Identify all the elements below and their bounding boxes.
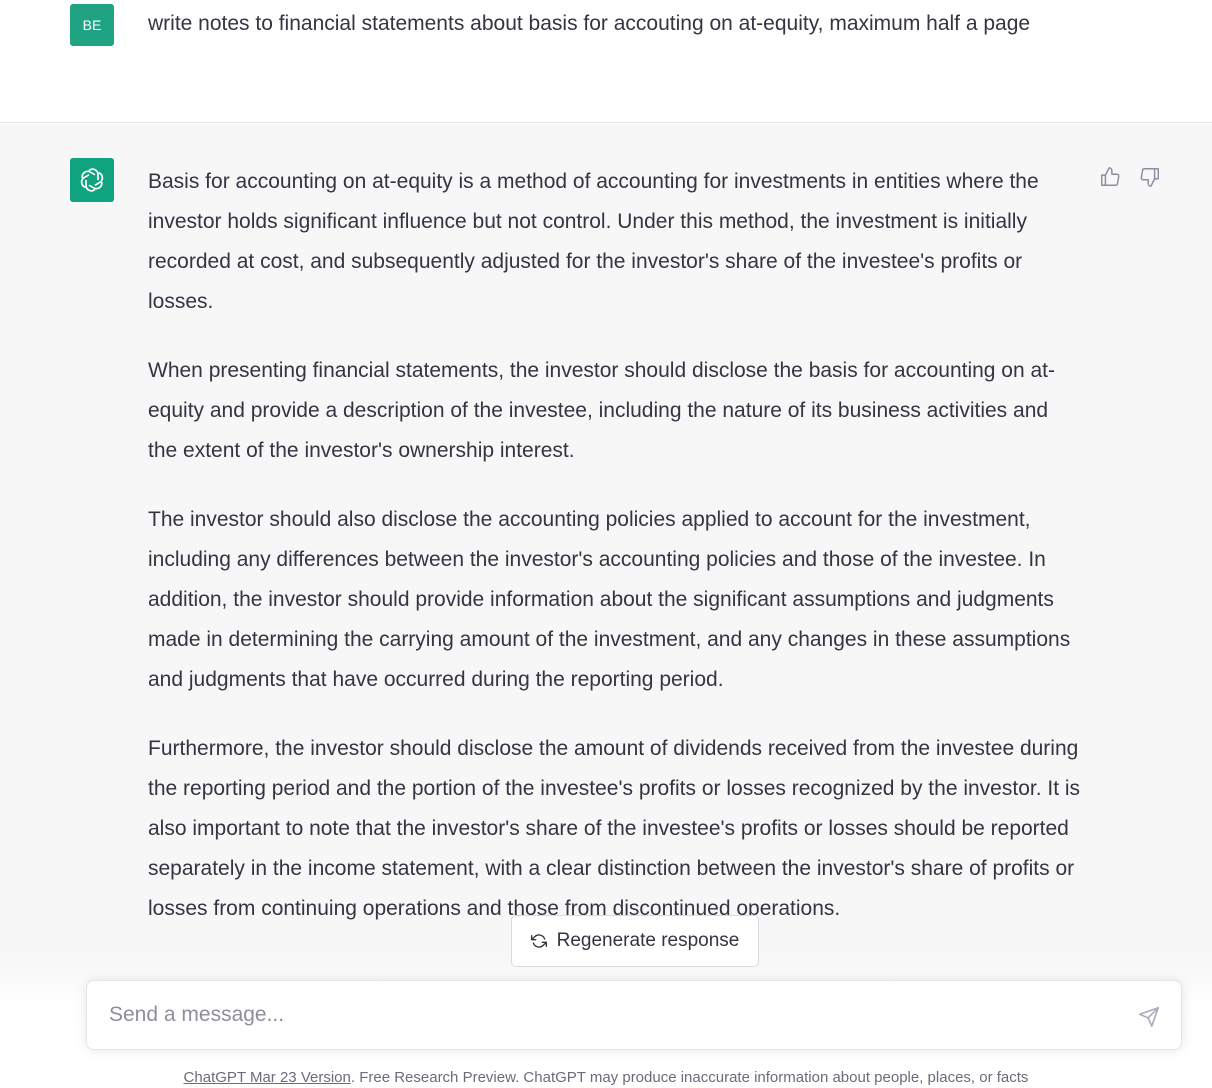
user-message-row: BE write notes to financial statements a… [0, 0, 1212, 123]
message-input[interactable] [109, 981, 1109, 1049]
user-avatar: BE [70, 4, 114, 46]
assistant-avatar [70, 158, 114, 202]
message-composer [86, 980, 1182, 1050]
regenerate-response-button[interactable]: Regenerate response [511, 915, 759, 967]
send-icon [1139, 1007, 1159, 1027]
send-button[interactable] [1135, 1003, 1163, 1031]
version-link[interactable]: ChatGPT Mar 23 Version [184, 1069, 351, 1086]
thumbs-down-button[interactable] [1137, 164, 1163, 190]
regenerate-response-label: Regenerate response [556, 930, 740, 951]
user-message-text: write notes to financial statements abou… [148, 12, 1031, 35]
assistant-paragraph: When presenting financial statements, th… [148, 359, 1056, 462]
assistant-paragraph: The investor should also disclose the ac… [148, 508, 1071, 691]
thumbs-down-icon [1140, 168, 1159, 187]
thumbs-up-button[interactable] [1097, 164, 1123, 190]
footer-disclaimer: ChatGPT Mar 23 Version. Free Research Pr… [0, 1067, 1212, 1088]
assistant-paragraph: Basis for accounting on at-equity is a m… [148, 170, 1039, 313]
disclaimer-text: . Free Research Preview. ChatGPT may pro… [350, 1069, 1029, 1086]
openai-logo-icon [80, 168, 104, 192]
assistant-message-text: Basis for accounting on at-equity is a m… [148, 162, 1083, 984]
assistant-paragraph: Furthermore, the investor should disclos… [148, 737, 1081, 920]
refresh-icon [530, 933, 547, 949]
thumbs-up-icon [1101, 167, 1120, 186]
